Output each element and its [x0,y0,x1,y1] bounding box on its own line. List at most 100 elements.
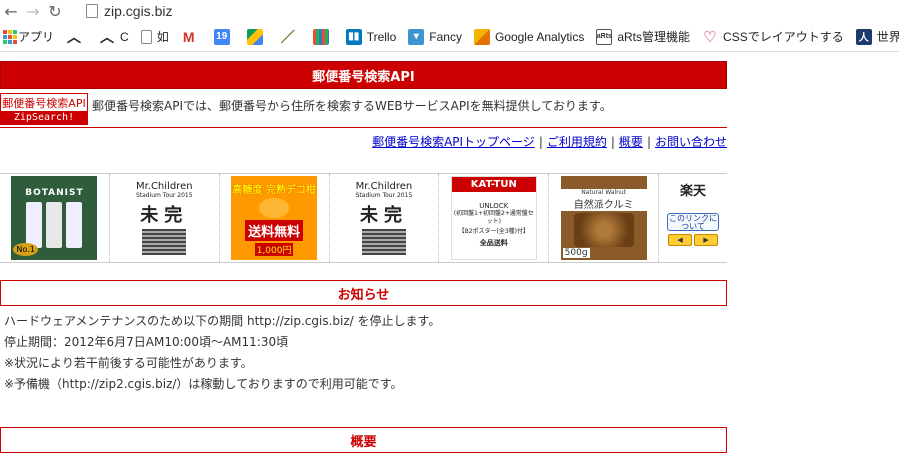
bookmark-apps[interactable]: アプリ [2,28,54,45]
bookmark-drive[interactable] [246,28,268,45]
bookmark-page[interactable]: 如 [140,28,169,45]
wave-icon: ︿ [67,28,82,45]
ad-sub: Stadium Tour 2015 [135,192,193,199]
url-text[interactable]: zip.cgis.biz [104,3,172,19]
bookmark-brush[interactable]: ／ [280,29,301,45]
bookmark-arts[interactable]: aRts aRts管理機能 [596,28,690,45]
bookmark-wave-1[interactable]: ︿ [66,29,87,45]
rakuten-logo: 楽天 [680,180,706,199]
bookmark-wave-c[interactable]: ︿ C [99,29,129,45]
link-contact[interactable]: お問い合わせ [655,135,727,149]
person-icon: 人 [855,28,872,45]
page-icon [140,29,152,44]
ad-image: BOTANIST No.1 [11,176,98,260]
page-title: 郵便番号検索API [312,69,415,85]
wave-icon: ︿ [100,28,115,45]
notice-body: ハードウェアメンテナンスのため以下の期間 http://zip.cgis.biz… [4,311,440,395]
about-link-button[interactable]: このリンクについて [667,213,720,231]
bookmark-fancy[interactable]: ▾ Fancy [408,28,462,45]
ad-detail: (初回盤1+初回盤2+通常盤セット) [453,210,534,225]
rakuten-widget: 楽天 このリンクについて ◀ ▶ [659,174,727,262]
bookmark-label: Fancy [429,29,462,44]
reload-button[interactable]: ↻ [44,0,66,22]
bookmark-label: 世界で [876,30,899,44]
ad-image: KAT-TUN UNLOCK (初回盤1+初回盤2+通常盤セット) 【B2ポスタ… [450,176,537,260]
link-top-page[interactable]: 郵便番号検索APIトップページ [372,135,535,149]
next-button[interactable]: ▶ [694,234,719,246]
fancy-icon: ▾ [408,28,425,45]
ad-ship: 全品送料 [479,239,508,247]
ad-mr-children-2[interactable]: Mr.Children Stadium Tour 2015 未完 [330,174,440,262]
ad-sub: Stadium Tour 2015 [355,192,413,199]
brush-icon: ／ [280,28,295,45]
back-button[interactable]: ← [0,0,22,22]
logo-bottom-text: ZipSearch! [1,111,87,124]
ad-big-text: 未完 [359,205,408,226]
page-title-bar: 郵便番号検索API [0,61,727,89]
analytics-icon [473,28,490,45]
ad-pager: ◀ ▶ [668,234,719,246]
separator: | [538,135,543,149]
divider [0,127,727,128]
bookmark-calendar[interactable]: 19 [213,28,235,45]
ad-sub: Natural Walnut [560,189,647,196]
page-icon [86,4,98,18]
bookmark-label: Trello [366,29,397,44]
bookmark-label: 如 [156,30,169,44]
intro-text: 郵便番号検索APIでは、郵便番号から住所を検索するWEBサービスAPIを無料提供… [92,99,612,113]
ad-kat-tun[interactable]: KAT-TUN UNLOCK (初回盤1+初回盤2+通常盤セット) 【B2ポスタ… [439,174,550,262]
ad-image: Mr.Children Stadium Tour 2015 未完 [340,176,427,260]
bookmark-label: C [120,29,129,44]
arts-icon: aRts [596,28,613,45]
ad-price: 1,000円 [254,242,294,256]
rakuten-label: 楽天 [680,184,707,199]
bookmark-sekai[interactable]: 人 世界で [855,28,899,45]
ad-extra: 【B2ポスター(全3種)付】 [458,228,530,235]
ad-sub: UNLOCK [479,202,509,210]
trello-icon: ▮▮ [345,28,362,45]
ad-fruit[interactable]: 高糖度 完熟デコ柑 送料無料 1,000円 [220,174,330,262]
ad-label: Mr.Children [135,181,193,192]
ad-image: 高糖度 完熟デコ柑 送料無料 1,000円 [231,176,318,260]
ad-sub: 送料無料 [245,219,304,241]
site-logo[interactable]: 郵便番号検索API ZipSearch! [0,93,88,125]
rakuten-ad-banner: BOTANIST No.1 Mr.Children Stadium Tour 2… [0,173,727,263]
bookmark-label: aRts管理機能 [617,30,691,44]
overview-heading: 概要 [0,427,727,453]
ad-image: Mr.Children Stadium Tour 2015 未完 [121,176,208,260]
forward-button[interactable]: → [22,0,44,22]
ad-badge: No.1 [13,243,38,256]
bookmark-label: Google Analytics [494,29,585,44]
ad-label: Mr.Children [355,181,413,192]
link-terms[interactable]: ご利用規約 [547,135,607,149]
ad-label: BOTANIST [25,188,84,198]
bookmark-google-analytics[interactable]: Google Analytics [473,28,585,45]
bookmark-gmail[interactable]: M [181,29,202,45]
notice-line: 停止期間：2012年6月7日AM10:00頃〜AM11:30頃 [4,335,289,349]
notice-heading: お知らせ [0,280,727,306]
ad-label: 高糖度 完熟デコ柑 [232,184,316,196]
ad-label: KAT-TUN [451,177,536,192]
heart-icon: ♡ [703,28,717,46]
grid-icon [312,28,329,45]
notice-heading-text: お知らせ [337,287,390,303]
bookmark-trello[interactable]: ▮▮ Trello [345,28,397,45]
ad-weight: 500g [562,248,590,258]
bookmark-css-layout[interactable]: ♡ CSSでレイアウトする [702,28,844,46]
notice-line: ※状況により若干前後する可能性があります。 [4,356,253,370]
ad-mr-children-1[interactable]: Mr.Children Stadium Tour 2015 未完 [110,174,220,262]
ad-walnut[interactable]: Natural Walnut 自然派クルミ 500g [549,174,660,262]
nav-links: 郵便番号検索APIトップページ | ご利用規約 | 概要 | お問い合わせ [372,133,727,150]
ad-image: Natural Walnut 自然派クルミ 500g [560,176,647,260]
ad-botanist[interactable]: BOTANIST No.1 [0,174,110,262]
separator: | [646,135,651,149]
bookmark-grid[interactable] [312,28,334,45]
link-overview[interactable]: 概要 [619,135,643,149]
calendar-icon: 19 [213,28,230,45]
page-content: 郵便番号検索API 郵便番号検索API ZipSearch! 郵便番号検索API… [0,53,899,459]
apps-icon [2,29,18,45]
bookmark-label: アプリ [18,30,55,44]
overview-heading-text: 概要 [350,434,377,450]
prev-button[interactable]: ◀ [668,234,693,246]
bookmark-label: CSSでレイアウトする [723,30,844,44]
